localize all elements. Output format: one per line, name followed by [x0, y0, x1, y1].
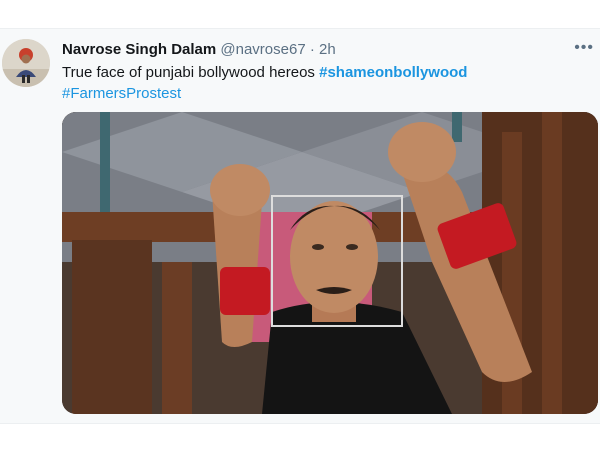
hashtag-link[interactable]: #FarmersProstest — [62, 85, 181, 102]
tweet-text-plain: True face of punjabi bollywood hereos — [62, 64, 315, 81]
tweet-media-image[interactable] — [62, 112, 598, 414]
tweet-card[interactable]: Navrose Singh Dalam @navrose67 · 2h ••• … — [0, 28, 600, 424]
hashtag-link[interactable]: #shameonbollywood — [319, 64, 467, 81]
tweet-text: True face of punjabi bollywood hereos #s… — [62, 62, 592, 104]
author-name[interactable]: Navrose Singh Dalam — [62, 41, 216, 58]
tweet-timestamp[interactable]: 2h — [319, 41, 336, 58]
avatar[interactable] — [2, 39, 50, 87]
more-options-icon[interactable]: ••• — [574, 39, 594, 57]
author-handle[interactable]: @navrose67 — [220, 41, 305, 58]
tweet-header: Navrose Singh Dalam @navrose67 · 2h — [62, 40, 336, 60]
separator-dot: · — [309, 41, 315, 58]
